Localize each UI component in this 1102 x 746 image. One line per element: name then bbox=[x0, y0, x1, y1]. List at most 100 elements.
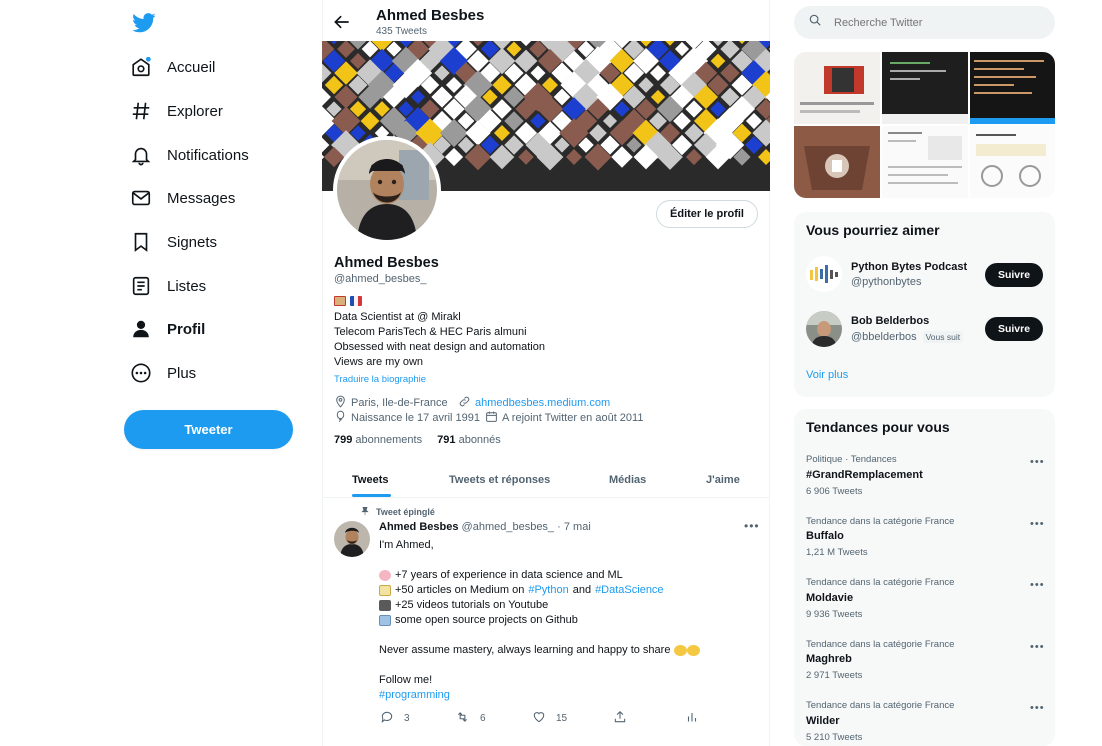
trend-more-icon[interactable]: ••• bbox=[1030, 579, 1045, 591]
trend-name: #GrandRemplacement bbox=[806, 469, 923, 481]
home-icon bbox=[128, 54, 154, 80]
trend-count: 9 936 Tweets bbox=[806, 609, 863, 620]
like-button[interactable]: 15 bbox=[532, 710, 567, 727]
retweet-icon bbox=[455, 710, 470, 727]
reply-button[interactable]: 3 bbox=[380, 710, 410, 727]
twitter-logo-icon[interactable] bbox=[132, 12, 156, 34]
trend-more-icon[interactable]: ••• bbox=[1030, 641, 1045, 653]
hashtag-link[interactable]: #DataScience bbox=[595, 584, 664, 596]
nav-label: Signets bbox=[167, 233, 218, 251]
profile-name: Ahmed Besbes bbox=[334, 255, 439, 271]
tweet-author-avatar[interactable] bbox=[334, 521, 370, 557]
tweet-line: some open source projects on Github bbox=[379, 614, 578, 626]
trend-category: Tendance dans la catégorie France bbox=[806, 639, 955, 650]
website-link[interactable]: ahmedbesbes.medium.com bbox=[475, 397, 610, 409]
reply-icon bbox=[380, 710, 394, 727]
tweet-button[interactable]: Tweeter bbox=[124, 410, 293, 449]
nav-bookmarks[interactable]: Signets bbox=[128, 224, 217, 260]
following-label: abonnements bbox=[355, 434, 423, 446]
header-tweet-count: 435 Tweets bbox=[376, 26, 427, 37]
bookmark-icon bbox=[128, 229, 154, 255]
followers-count: 791 bbox=[437, 434, 456, 446]
trend-more-icon[interactable]: ••• bbox=[1030, 518, 1045, 530]
back-arrow-icon[interactable] bbox=[332, 12, 352, 32]
trend-more-icon[interactable]: ••• bbox=[1030, 456, 1045, 468]
profile-avatar[interactable] bbox=[333, 136, 441, 244]
hashtag-icon bbox=[128, 98, 154, 124]
suggestion-handle: @bbelderbos bbox=[851, 331, 917, 343]
profile-handle: @ahmed_besbes_ bbox=[334, 273, 427, 285]
tweet-line: +7 years of experience in data science a… bbox=[379, 569, 623, 581]
tunisia-flag-icon bbox=[334, 296, 346, 306]
suggestion-handle-row: @bbelderbos Vous suit bbox=[851, 331, 964, 343]
media-thumbnail[interactable] bbox=[882, 126, 968, 198]
nav-label: Notifications bbox=[167, 146, 249, 164]
memo-emoji-icon bbox=[379, 584, 391, 596]
nav-lists[interactable]: Listes bbox=[128, 268, 206, 304]
tweet-line: +50 articles on Medium on #Python and #D… bbox=[379, 584, 664, 596]
who-to-follow-panel: Vous pourriez aimer Python Bytes Podcast… bbox=[794, 212, 1055, 397]
tab-media[interactable]: Médias bbox=[609, 462, 646, 498]
nav-messages[interactable]: Messages bbox=[128, 180, 235, 216]
pinned-label: Tweet épinglé bbox=[360, 506, 435, 518]
calendar-icon bbox=[485, 410, 498, 426]
tab-tweets[interactable]: Tweets bbox=[352, 462, 388, 498]
raised-hands-emoji-icon bbox=[674, 644, 688, 656]
search-bar[interactable] bbox=[794, 6, 1055, 39]
analytics-button[interactable] bbox=[686, 710, 698, 727]
tab-tweets-replies[interactable]: Tweets et réponses bbox=[449, 462, 550, 498]
nav-more[interactable]: Plus bbox=[128, 355, 196, 391]
tweet-author-name[interactable]: Ahmed Besbes bbox=[379, 521, 458, 533]
tweet-author-handle[interactable]: @ahmed_besbes_ bbox=[462, 521, 555, 533]
bio-line: Obsessed with neat design and automation bbox=[334, 341, 545, 353]
tweet-line: Follow me! bbox=[379, 674, 432, 686]
nav-notifications[interactable]: Notifications bbox=[128, 137, 249, 173]
suggestion-name[interactable]: Bob Belderbos bbox=[851, 315, 929, 327]
tab-likes[interactable]: J'aime bbox=[706, 462, 740, 498]
trend-name: Wilder bbox=[806, 715, 840, 727]
hashtag-link[interactable]: #Python bbox=[528, 584, 568, 596]
trend-category: Politique · Tendances bbox=[806, 454, 897, 465]
suggestion-avatar[interactable] bbox=[806, 311, 842, 347]
suggestion-name[interactable]: Python Bytes Podcast bbox=[851, 261, 967, 273]
suggestion-avatar[interactable] bbox=[806, 256, 842, 292]
profile-birthdate: Naissance le 17 avril 1991 bbox=[334, 410, 480, 426]
trend-more-icon[interactable]: ••• bbox=[1030, 702, 1045, 714]
hashtag-link[interactable]: #programming bbox=[379, 689, 450, 701]
france-flag-icon bbox=[350, 296, 362, 306]
followers-link[interactable]: 791 abonnés bbox=[437, 434, 501, 446]
trend-count: 5 210 Tweets bbox=[806, 732, 863, 743]
bio-line: Telecom ParisTech & HEC Paris almuni bbox=[334, 326, 527, 338]
search-icon bbox=[808, 13, 822, 32]
retweet-button[interactable]: 6 bbox=[455, 710, 486, 727]
media-thumbnail[interactable] bbox=[970, 52, 1055, 124]
nav-label: Plus bbox=[167, 364, 197, 382]
balloon-icon bbox=[334, 410, 347, 426]
like-count: 15 bbox=[556, 713, 568, 724]
media-thumbnail[interactable] bbox=[970, 126, 1055, 198]
see-more-link[interactable]: Voir plus bbox=[806, 369, 848, 381]
tweet-text: +7 years of experience in data science a… bbox=[395, 569, 623, 581]
profile-website[interactable]: ahmedbesbes.medium.com bbox=[458, 395, 610, 411]
reply-count: 3 bbox=[404, 713, 410, 724]
tweet-more-icon[interactable]: ••• bbox=[744, 519, 760, 533]
follow-button[interactable]: Suivre bbox=[985, 317, 1043, 341]
tweet-text: and bbox=[572, 584, 592, 596]
share-button[interactable] bbox=[613, 710, 627, 727]
translate-bio-link[interactable]: Traduire la biographie bbox=[334, 374, 426, 385]
profile-tabs: Tweets Tweets et réponses Médias J'aime bbox=[322, 462, 770, 498]
media-thumbnail[interactable] bbox=[882, 52, 968, 124]
raised-hands-emoji-icon bbox=[687, 644, 701, 656]
search-input[interactable] bbox=[834, 16, 1034, 29]
media-thumbnail[interactable] bbox=[794, 126, 880, 198]
edit-profile-button[interactable]: Éditer le profil bbox=[656, 200, 758, 228]
nav-profile[interactable]: Profil bbox=[128, 311, 205, 347]
pinned-text: Tweet épinglé bbox=[376, 507, 435, 517]
nav-home[interactable]: Accueil bbox=[128, 49, 215, 85]
nav-explore[interactable]: Explorer bbox=[128, 93, 223, 129]
tweet-header-separator: · bbox=[557, 521, 561, 533]
follow-button[interactable]: Suivre bbox=[985, 263, 1043, 287]
media-thumbnail[interactable] bbox=[794, 52, 880, 124]
following-link[interactable]: 799 abonnements bbox=[334, 434, 422, 446]
tweet-date[interactable]: 7 mai bbox=[564, 521, 591, 533]
